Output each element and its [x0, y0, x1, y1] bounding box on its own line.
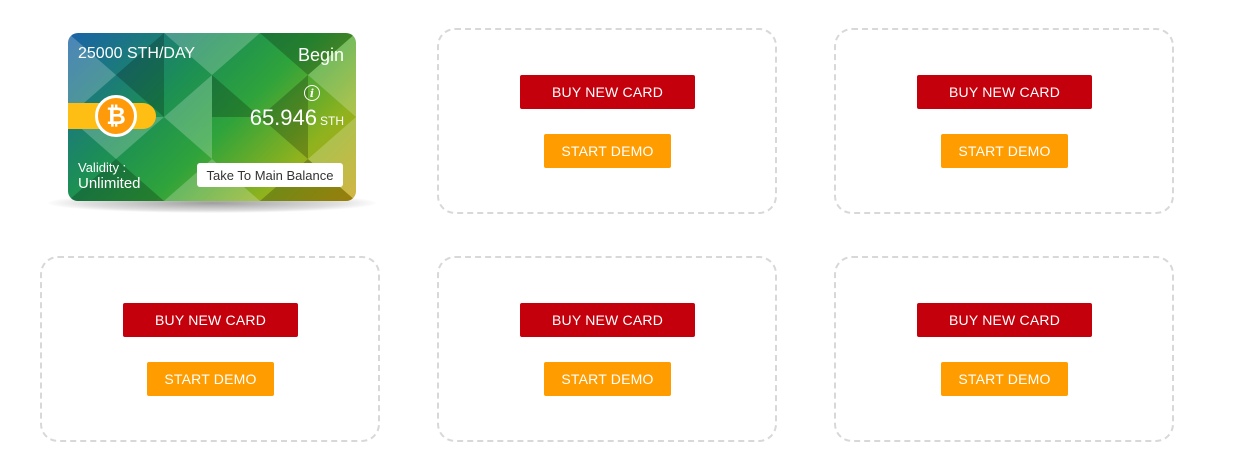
buy-new-card-button[interactable]: BUY NEW CARD	[917, 303, 1092, 337]
card-amount-unit: STH	[320, 114, 344, 128]
validity-label: Validity :	[78, 160, 127, 175]
buy-new-card-button[interactable]: BUY NEW CARD	[520, 303, 695, 337]
take-to-main-balance-button[interactable]: Take To Main Balance	[197, 163, 343, 187]
card-amount: 65.946 STH	[250, 105, 344, 131]
buy-new-card-button[interactable]: BUY NEW CARD	[917, 75, 1092, 109]
start-demo-button[interactable]: START DEMO	[147, 362, 274, 396]
active-mining-card: 25000 STH/DAY Begin ₿ i 65.946 STH Validi…	[68, 33, 356, 201]
empty-card-slot: BUY NEW CARD START DEMO	[40, 256, 380, 442]
validity-value: Unlimited	[78, 175, 141, 192]
empty-card-slot: BUY NEW CARD START DEMO	[834, 256, 1174, 442]
bitcoin-icon: ₿	[95, 95, 137, 137]
start-demo-button[interactable]: START DEMO	[941, 134, 1068, 168]
empty-card-slot: BUY NEW CARD START DEMO	[834, 28, 1174, 214]
start-demo-button[interactable]: START DEMO	[544, 362, 671, 396]
card-status: Begin	[297, 45, 344, 65]
start-demo-button[interactable]: START DEMO	[544, 134, 671, 168]
empty-card-slot: BUY NEW CARD START DEMO	[437, 28, 777, 214]
buy-new-card-button[interactable]: BUY NEW CARD	[520, 75, 695, 109]
buy-new-card-button[interactable]: BUY NEW CARD	[123, 303, 298, 337]
start-demo-button[interactable]: START DEMO	[941, 362, 1068, 396]
card-amount-value: 65.946	[249, 105, 317, 130]
card-plan-title: 25000 STH/DAY	[78, 45, 196, 62]
info-icon[interactable]: i	[304, 85, 320, 101]
empty-card-slot: BUY NEW CARD START DEMO	[437, 256, 777, 442]
